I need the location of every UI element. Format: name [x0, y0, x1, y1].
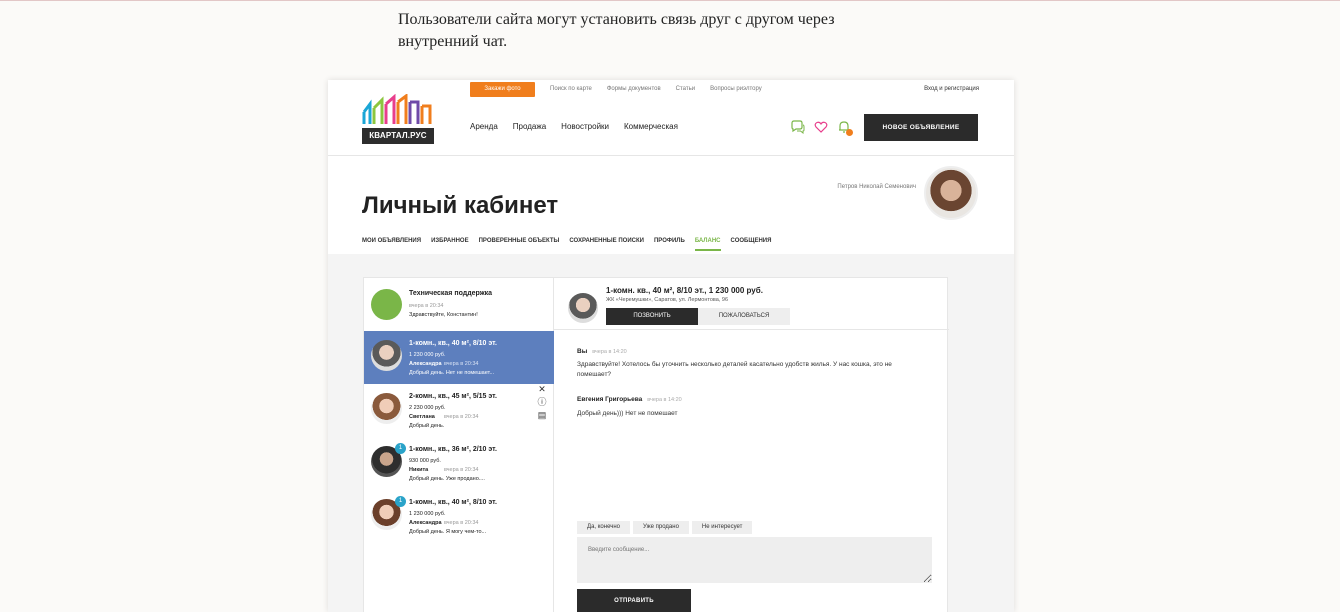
top-link-questions[interactable]: Вопросы риэлтору	[710, 82, 762, 97]
message-time: вчера в 14:20	[592, 349, 627, 355]
chat-panel: 1-комн. кв., 40 м², 8/10 эт., 1 230 000 …	[554, 278, 949, 612]
close-icon[interactable]: ✕	[537, 385, 547, 394]
chat-icon[interactable]	[791, 120, 805, 135]
conversation-price: 2 230 000 руб.	[409, 405, 446, 411]
conversation-time: вчера в 20:34	[444, 520, 479, 526]
message-text: Добрый день))) Нет не помешает	[577, 410, 678, 417]
conversation-title: 2-комн., кв., 45 м², 5/15 эт.	[409, 393, 497, 400]
conversation-item[interactable]: 1 1-комн., кв., 36 м², 2/10 эт. 930 000 …	[364, 437, 554, 490]
conversation-time: вчера в 20:34	[409, 303, 444, 309]
avatar	[371, 289, 402, 320]
conversation-item[interactable]: Техническая поддержка вчера в 20:34 Здра…	[364, 278, 554, 331]
message-author: Евгения Григорьева вчера в 14:20	[577, 396, 682, 403]
conversation-item[interactable]: 2-комн., кв., 45 м², 5/15 эт. 2 230 000 …	[364, 384, 554, 437]
quick-reply-yes[interactable]: Да, конечно	[577, 521, 630, 534]
conversation-author: Александра	[409, 361, 442, 367]
quick-reply-not-interested[interactable]: Не интересует	[691, 521, 753, 534]
author-name: Евгения Григорьева	[577, 396, 643, 403]
conversation-price: 1 230 000 руб.	[409, 511, 446, 517]
info-icon[interactable]: ⓘ	[537, 398, 547, 407]
user-avatar[interactable]	[924, 166, 978, 220]
quick-reply-sold[interactable]: Уже продано	[633, 521, 689, 534]
unread-badge: 1	[395, 443, 406, 454]
tab-favorites[interactable]: ИЗБРАННОЕ	[431, 238, 469, 251]
conversation-price: 1 230 000 руб.	[409, 352, 446, 358]
site-logo[interactable]: КВАРТАЛ.РУС	[362, 94, 434, 144]
site-header: КВАРТАЛ.РУС Закажи фото Поиск по карте Ф…	[328, 80, 1014, 156]
main-nav: Аренда Продажа Новостройки Коммерческая	[470, 122, 678, 131]
conversation-item[interactable]: 1-комн., кв., 40 м², 8/10 эт. 1 230 000 …	[364, 331, 554, 384]
conversation-title: 1-комн., кв., 40 м², 8/10 эт.	[409, 340, 497, 347]
message-author: Вы вчера в 14:20	[577, 348, 627, 355]
new-ad-button[interactable]: НОВОЕ ОБЪЯВЛЕНИЕ	[864, 114, 978, 141]
conversation-preview: Добрый день.	[409, 423, 445, 429]
tab-verified[interactable]: ПРОВЕРЕННЫЕ ОБЪЕКТЫ	[479, 238, 560, 251]
conversation-time: вчера в 20:34	[444, 361, 479, 367]
conversation-list: Техническая поддержка вчера в 20:34 Здра…	[364, 278, 554, 612]
call-button[interactable]: ПОЗВОНИТЬ	[606, 308, 698, 325]
cabinet-section: Петров Николай Семенович Личный кабинет …	[328, 156, 1014, 254]
order-photo-button[interactable]: Закажи фото	[470, 82, 535, 97]
notification-dot	[846, 129, 853, 136]
conversation-preview: Добрый день. Я могу чем-то...	[409, 529, 487, 535]
conversation-actions: ✕ ⓘ ▤	[537, 385, 547, 420]
logo-graphic	[362, 94, 432, 124]
cabinet-tabs: МОИ ОБЪЯВЛЕНИЯ ИЗБРАННОЕ ПРОВЕРЕННЫЕ ОБЪ…	[362, 238, 771, 251]
report-button[interactable]: ПОЖАЛОВАТЬСЯ	[698, 308, 790, 325]
message-time: вчера в 14:20	[647, 397, 682, 403]
top-link-articles[interactable]: Статьи	[676, 82, 695, 97]
message-text: Здравствуйте! Хотелось бы уточнить неско…	[577, 361, 892, 378]
header-icons	[791, 120, 853, 136]
logo-text: КВАРТАЛ.РУС	[362, 128, 434, 144]
message-input[interactable]	[577, 537, 932, 583]
tab-saved-searches[interactable]: СОХРАНЕННЫЕ ПОИСКИ	[569, 238, 644, 251]
conversation-preview: Добрый день. Уже продано....	[409, 476, 485, 482]
archive-icon[interactable]: ▤	[537, 411, 547, 420]
send-button[interactable]: ОТПРАВИТЬ	[577, 589, 691, 612]
avatar	[371, 340, 402, 371]
chat-header: 1-комн. кв., 40 м², 8/10 эт., 1 230 000 …	[554, 278, 949, 330]
login-link[interactable]: Вход и регистрация	[924, 82, 979, 97]
nav-new-buildings[interactable]: Новостройки	[561, 122, 609, 131]
tab-my-ads[interactable]: МОИ ОБЪЯВЛЕНИЯ	[362, 238, 421, 251]
chat-avatar	[568, 293, 598, 323]
tab-balance[interactable]: БАЛАНС	[694, 238, 721, 251]
chat-title[interactable]: 1-комн. кв., 40 м², 8/10 эт., 1 230 000 …	[606, 286, 763, 295]
conversation-title: 1-комн., кв., 36 м², 2/10 эт.	[409, 446, 497, 453]
conversation-title: Техническая поддержка	[409, 290, 493, 297]
chat-address: ЖК «Черемушки», Саратов, ул. Лермонтова,…	[606, 297, 729, 303]
heart-icon[interactable]	[814, 120, 828, 134]
conversation-preview: Добрый день. Нет не помешает...	[409, 370, 495, 376]
conversation-author: Никита	[409, 467, 429, 473]
page-title: Личный кабинет	[362, 192, 559, 219]
quick-replies: Да, конечно Уже продано Не интересует	[577, 521, 753, 534]
user-name[interactable]: Петров Николай Семенович	[837, 184, 916, 190]
unread-badge: 1	[395, 496, 406, 507]
avatar	[371, 393, 402, 424]
top-divider	[0, 0, 1340, 1]
tab-profile[interactable]: ПРОФИЛЬ	[654, 238, 685, 251]
conversation-time: вчера в 20:34	[444, 414, 479, 420]
conversation-author: Александра	[409, 520, 442, 526]
top-links: Поиск по карте Формы документов Статьи В…	[550, 82, 762, 97]
tab-messages[interactable]: СООБЩЕНИЯ	[731, 238, 772, 251]
nav-commercial[interactable]: Коммерческая	[624, 122, 678, 131]
conversation-price: 930 000 руб.	[409, 458, 441, 464]
conversation-author: Светлана	[409, 414, 435, 420]
nav-rent[interactable]: Аренда	[470, 122, 498, 131]
top-link-map-search[interactable]: Поиск по карте	[550, 82, 592, 97]
nav-sale[interactable]: Продажа	[513, 122, 546, 131]
conversation-item[interactable]: 1 1-комн., кв., 40 м², 8/10 эт. 1 230 00…	[364, 490, 554, 543]
intro-paragraph: Пользователи сайта могут установить связ…	[398, 11, 835, 50]
author-name: Вы	[577, 348, 588, 355]
screenshot-frame: КВАРТАЛ.РУС Закажи фото Поиск по карте Ф…	[328, 80, 1014, 612]
top-link-documents[interactable]: Формы документов	[607, 82, 661, 97]
conversation-preview: Здравствуйте, Константин!	[409, 312, 478, 318]
conversation-time: вчера в 20:34	[444, 467, 479, 473]
messenger: Техническая поддержка вчера в 20:34 Здра…	[363, 277, 949, 612]
bell-icon[interactable]	[837, 120, 853, 136]
conversation-title: 1-комн., кв., 40 м², 8/10 эт.	[409, 499, 497, 506]
